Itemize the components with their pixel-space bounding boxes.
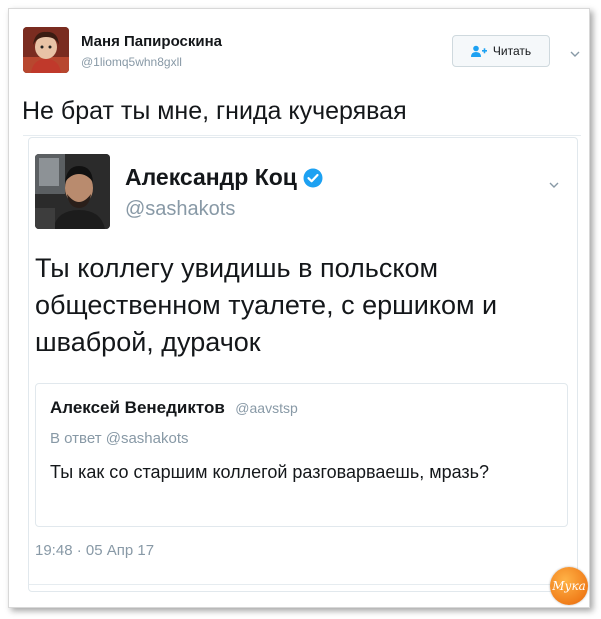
avatar-image: [23, 27, 69, 73]
author-name[interactable]: Маня Папироскина: [81, 33, 222, 50]
author-avatar[interactable]: [23, 27, 69, 73]
verified-badge-icon: [303, 168, 323, 187]
follow-user-icon: [470, 45, 487, 57]
embedded-author-avatar[interactable]: [35, 154, 110, 229]
quoted-tweet-text: Ты как со старшим коллегой разговарваешь…: [50, 462, 490, 482]
embedded-tweet-text: Ты коллегу увидишь в польском общественн…: [35, 253, 498, 357]
embedded-tweet[interactable]: Александр Коц @sashakots Ты коллегу увид…: [28, 137, 578, 592]
watermark-logo: Мука: [550, 567, 588, 605]
follow-label: Читать: [492, 44, 532, 58]
chevron-down-icon[interactable]: [549, 180, 559, 190]
avatar-image: [35, 154, 110, 229]
tweet-timestamp[interactable]: 19:48 · 05 Апр 17: [35, 542, 154, 559]
watermark-text: Мука: [552, 579, 586, 593]
card-footer-divider: [29, 584, 577, 585]
quoted-author-name[interactable]: Алексей Венедиктов: [50, 398, 225, 417]
embedded-author-name-text: Александр Коц: [125, 164, 297, 190]
tweet-text: Не брат ты мне, гнида кучерявая: [22, 97, 407, 125]
reply-to-label: В ответ @sashakots: [50, 430, 189, 447]
embedded-author-name[interactable]: Александр Коц: [125, 164, 323, 191]
quoted-tweet-header: Алексей Венедиктов @aavstsp: [50, 398, 298, 418]
chevron-down-icon[interactable]: [570, 49, 580, 59]
follow-button[interactable]: Читать: [452, 35, 550, 67]
author-handle[interactable]: @1liomq5whn8gxll: [81, 55, 182, 69]
divider: [23, 135, 581, 136]
embedded-author-handle[interactable]: @sashakots: [125, 198, 235, 221]
screenshot-frame: Маня Папироскина @1liomq5whn8gxll Читать…: [8, 8, 590, 608]
quoted-author-handle[interactable]: @aavstsp: [235, 400, 297, 416]
quoted-tweet[interactable]: Алексей Венедиктов @aavstsp В ответ @sas…: [35, 383, 568, 527]
